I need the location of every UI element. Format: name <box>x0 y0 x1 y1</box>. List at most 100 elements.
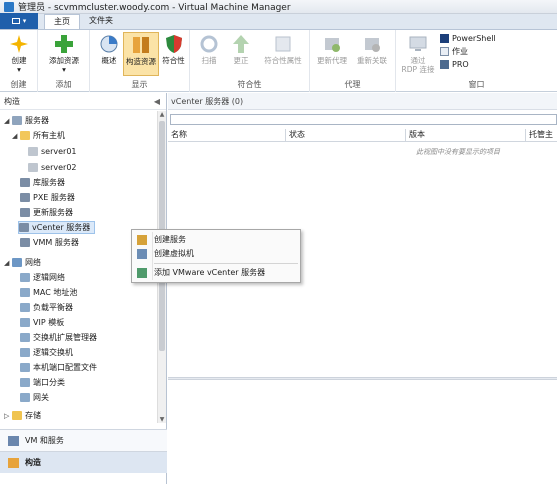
expand-icon[interactable]: ▷ <box>4 412 12 420</box>
group-label-compliance: 符合性 <box>237 80 262 89</box>
library-icon <box>20 178 30 187</box>
create-button[interactable]: 创建 ▾ <box>4 32 34 76</box>
rdp-connect-button[interactable]: 通过 RDP 连接 <box>398 32 438 76</box>
group-label-create: 创建 <box>10 80 27 89</box>
tree-server01[interactable]: server01 <box>28 145 77 158</box>
tree-update-servers[interactable]: 更新服务器 <box>20 206 73 219</box>
context-menu: 创建服务 创建虚拟机 添加 VMware vCenter 服务器 <box>131 229 301 283</box>
tree-pxe-servers[interactable]: PXE 服务器 <box>20 191 75 204</box>
tree-port-classifications[interactable]: 端口分类 <box>20 376 65 389</box>
jobs-button[interactable]: 作业 <box>440 45 496 58</box>
scan-button[interactable]: 扫描 <box>196 32 222 76</box>
search-input[interactable] <box>170 114 557 125</box>
group-label-window: 窗口 <box>468 80 485 89</box>
compliance-properties-button[interactable]: 符合性属性 <box>260 32 306 76</box>
host-icon <box>28 163 38 172</box>
tab-folder[interactable]: 文件夹 <box>80 14 122 29</box>
nav-header: 构造 ◀ <box>0 93 166 110</box>
logical-switch-icon <box>20 348 30 357</box>
storage-icon <box>12 411 22 420</box>
group-agent: 更新代理 重新关联 代理 <box>310 30 396 92</box>
server-link-icon <box>365 38 380 52</box>
tree-load-balancers[interactable]: 负载平衡器 <box>20 301 73 314</box>
refresh-icon <box>200 35 218 53</box>
tree-vip-templates[interactable]: VIP 模板 <box>20 316 64 329</box>
tree-mac-pools[interactable]: MAC 地址池 <box>20 286 77 299</box>
shield-icon <box>165 35 182 53</box>
menu-icon <box>11 18 20 24</box>
tree-logical-networks[interactable]: 逻辑网络 <box>20 271 65 284</box>
pxe-icon <box>20 193 30 202</box>
plus-icon <box>55 35 73 53</box>
file-menu-button[interactable]: ▾ <box>0 13 38 29</box>
mac-pool-icon <box>20 288 30 297</box>
expand-icon[interactable]: ◢ <box>4 259 12 267</box>
column-version[interactable]: 版本 <box>406 129 526 142</box>
window-title: 管理员 - scvmmcluster.woody.com - Virtual M… <box>18 3 291 13</box>
up-arrow-icon <box>233 35 249 53</box>
view-title: vCenter 服务器 (0) <box>168 93 557 110</box>
menu-item-create-vm[interactable]: 创建虚拟机 <box>132 247 300 260</box>
tab-home[interactable]: 主页 <box>44 14 80 29</box>
workspace-vms-services[interactable]: VM 和服务 <box>0 429 167 451</box>
tree-gateways[interactable]: 网关 <box>20 391 49 404</box>
column-managed-hosts[interactable]: 托管主 <box>526 129 557 142</box>
jobs-icon <box>440 47 449 56</box>
vcenter-icon <box>19 223 29 232</box>
fabric-resources-button[interactable]: 构造资源 <box>123 32 159 76</box>
gateway-icon <box>20 393 30 402</box>
vm-icon <box>137 248 147 259</box>
fabric-icon <box>133 37 149 53</box>
network-icon <box>12 258 22 267</box>
overview-button[interactable]: 概述 <box>96 32 122 76</box>
tree-logical-switches[interactable]: 逻辑交换机 <box>20 346 73 359</box>
monitor-icon <box>409 36 427 51</box>
service-icon <box>137 234 147 245</box>
group-compliance: 扫描 更正 符合性属性 符合性 <box>190 30 310 92</box>
update-agent-button[interactable]: 更新代理 <box>314 32 350 76</box>
tree-switch-extension-managers[interactable]: 交换机扩展管理器 <box>20 331 97 344</box>
load-balancer-icon <box>20 303 30 312</box>
reassociate-button[interactable]: 重新关联 <box>352 32 392 76</box>
tree-native-port-profiles[interactable]: 本机端口配置文件 <box>20 361 97 374</box>
scroll-up-icon[interactable]: ▲ <box>159 111 165 118</box>
ribbon: 创建 ▾ 创建 添加资源 ▾ 添加 概述 构造资源 符合性 显示 扫描 更正 符… <box>0 30 557 92</box>
group-create: 创建 ▾ 创建 <box>0 30 38 92</box>
logical-network-icon <box>20 273 30 282</box>
tree-vcenter-servers[interactable]: vCenter 服务器 <box>18 221 96 234</box>
group-label-add: 添加 <box>55 80 72 89</box>
vm-services-icon <box>8 435 19 446</box>
tree-servers[interactable]: ◢ 服务器 <box>4 114 49 127</box>
fabric-workspace-icon <box>8 457 19 468</box>
compliance-button[interactable]: 符合性 <box>160 32 187 76</box>
scroll-down-icon[interactable]: ▼ <box>159 416 165 423</box>
pro-button[interactable]: PRO <box>440 58 496 71</box>
pane-splitter[interactable] <box>168 377 557 380</box>
column-status[interactable]: 状态 <box>286 129 406 142</box>
add-resources-button[interactable]: 添加资源 ▾ <box>44 32 84 76</box>
add-server-icon <box>137 267 147 278</box>
group-label-show: 显示 <box>131 80 148 89</box>
properties-icon <box>275 36 291 52</box>
workspace-fabric[interactable]: 构造 <box>0 451 167 473</box>
tree-networking[interactable]: ◢ 网络 <box>4 256 41 269</box>
expand-icon[interactable]: ◢ <box>4 117 12 125</box>
window-small-buttons: PowerShell 作业 PRO <box>440 32 496 71</box>
powershell-button[interactable]: PowerShell <box>440 32 496 45</box>
collapse-pane-button[interactable]: ◀ <box>154 93 160 110</box>
tree-library-servers[interactable]: 库服务器 <box>20 176 65 189</box>
port-class-icon <box>20 378 30 387</box>
column-headers: 名称 状态 版本 托管主 <box>168 129 557 142</box>
tree-server02[interactable]: server02 <box>28 161 77 174</box>
tree-vmm-servers[interactable]: VMM 服务器 <box>20 236 79 249</box>
menu-item-add-vcenter[interactable]: 添加 VMware vCenter 服务器 <box>132 266 300 279</box>
menu-item-create-service[interactable]: 创建服务 <box>132 233 300 246</box>
vip-template-icon <box>20 318 30 327</box>
expand-icon[interactable]: ◢ <box>12 132 20 140</box>
sparkle-icon <box>10 35 28 53</box>
tree-storage[interactable]: ▷ 存储 <box>4 409 41 421</box>
remediate-button[interactable]: 更正 <box>228 32 254 76</box>
menu-separator <box>154 263 298 264</box>
column-name[interactable]: 名称 <box>168 129 286 142</box>
tree-all-hosts[interactable]: ◢ 所有主机 <box>12 129 65 142</box>
